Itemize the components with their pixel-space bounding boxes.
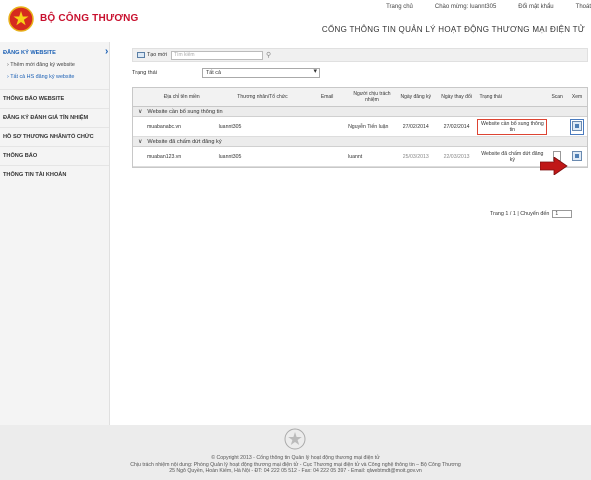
chevron-down-icon[interactable]: ∨ bbox=[138, 138, 142, 145]
sidebar-item-trust-rating[interactable]: ĐĂNG KÝ ĐÁNH GIÁ TÍN NHIỆM bbox=[0, 108, 109, 127]
page-select[interactable]: 1 bbox=[552, 210, 573, 218]
status-badge: Website cần bổ sung thông tin bbox=[477, 118, 548, 135]
cell-org: luannt305 bbox=[218, 123, 242, 130]
col-scan[interactable]: Scan bbox=[547, 94, 567, 100]
footer: © Copyright 2013 - Cổng thông tin Quản l… bbox=[0, 425, 591, 480]
chevron-down-icon[interactable]: ∨ bbox=[138, 108, 142, 115]
header: BỘ CÔNG THƯƠNG Trang chủ Chào mừng: luan… bbox=[0, 0, 591, 38]
chevron-right-icon[interactable]: › bbox=[105, 46, 115, 58]
footer-text: © Copyright 2013 - Cổng thông tin Quản l… bbox=[0, 455, 591, 475]
website-table: Địa chỉ tên miền Thương nhân/Tổ chức Ema… bbox=[132, 87, 588, 168]
change-password-link[interactable]: Đổi mật khẩu bbox=[518, 4, 553, 10]
home-link[interactable]: Trang chủ bbox=[386, 4, 413, 10]
footer-contact: 25 Ngô Quyền, Hoàn Kiếm, Hà Nội - ĐT: 04… bbox=[169, 468, 422, 474]
group-header-terminated[interactable]: ∨ Website đã chấm dứt đăng ký bbox=[133, 137, 587, 147]
toolbar: Tạo mới Tìm kiếm ⚲ bbox=[132, 48, 588, 62]
welcome-text: Chào mừng: luannt305 bbox=[434, 4, 497, 10]
sidebar-item-merchant-profile[interactable]: HỒ SƠ THƯƠNG NHÂN/TỔ CHỨC bbox=[0, 127, 109, 146]
cell-reg-date: 27/02/2014 bbox=[402, 123, 429, 130]
sidebar-item-website-notice[interactable]: THÔNG BÁO WEBSITE bbox=[0, 89, 109, 108]
status-filter: Trạng thái Tất cả bbox=[132, 68, 320, 78]
cell-reg-date: 25/03/2013 bbox=[402, 153, 429, 160]
view-detail-icon[interactable] bbox=[572, 150, 583, 161]
cell-domain: muaban123.vn bbox=[146, 153, 182, 160]
table-header: Địa chỉ tên miền Thương nhân/Tổ chức Ema… bbox=[133, 88, 587, 107]
view-detail-icon bbox=[572, 120, 583, 131]
create-button[interactable]: Tạo mới bbox=[137, 52, 167, 58]
cell-mod-date: 27/02/2014 bbox=[443, 123, 470, 130]
footer-emblem-icon bbox=[284, 428, 306, 450]
col-org[interactable]: Thương nhân/Tổ chức bbox=[217, 94, 307, 100]
logout-link[interactable]: Thoát bbox=[576, 4, 591, 10]
col-domain[interactable]: Địa chỉ tên miền bbox=[145, 94, 217, 100]
cell-org: luannt305 bbox=[218, 153, 242, 160]
top-nav: Trang chủ Chào mừng: luannt305 Đổi mật k… bbox=[364, 4, 591, 10]
username: luannt305 bbox=[469, 4, 497, 10]
brand-title[interactable]: BỘ CÔNG THƯƠNG bbox=[40, 13, 139, 24]
pager-text: Trang 1 / 1 | Chuyển đến bbox=[490, 211, 550, 217]
pagination: Trang 1 / 1 | Chuyển đến 1 bbox=[490, 210, 573, 218]
status-filter-label: Trạng thái bbox=[132, 70, 157, 76]
status-select[interactable]: Tất cả bbox=[202, 68, 320, 78]
cell-domain: muabanabc.vn bbox=[146, 123, 181, 130]
table-row[interactable]: muabanabc.vn luannt305 Nguyễn Tiến luận … bbox=[133, 117, 587, 137]
red-arrow-annotation-icon bbox=[540, 157, 568, 175]
search-icon[interactable]: ⚲ bbox=[266, 51, 271, 59]
col-mod-date[interactable]: Ngày thay đổi bbox=[436, 94, 478, 100]
search-input[interactable]: Tìm kiếm bbox=[171, 50, 264, 60]
new-document-icon bbox=[137, 52, 145, 58]
main-content: Tạo mới Tìm kiếm ⚲ Trạng thái Tất cả Địa… bbox=[120, 42, 591, 425]
table-row[interactable]: muaban123.vn luannt305 luannt 25/03/2013… bbox=[133, 147, 587, 167]
col-email[interactable]: Email bbox=[306, 94, 348, 100]
cell-person: Nguyễn Tiến luận bbox=[348, 123, 389, 130]
cell-person: luannt bbox=[348, 153, 363, 160]
col-status[interactable]: Trạng thái bbox=[477, 94, 547, 100]
cell-mod-date: 22/03/2013 bbox=[443, 153, 470, 160]
portal-subtitle: CỔNG THÔNG TIN QUẢN LÝ HOẠT ĐỘNG THƯƠNG … bbox=[321, 25, 585, 34]
col-reg-date[interactable]: Ngày đăng ký bbox=[396, 94, 436, 100]
group-header-needs-info[interactable]: ∨ Website cần bổ sung thông tin bbox=[133, 107, 587, 117]
sidebar: ĐĂNG KÝ WEBSITE › › Thêm mới đăng ký web… bbox=[0, 42, 110, 425]
col-person[interactable]: Người chịu trách nhiệm bbox=[348, 91, 396, 103]
sidebar-subitem-add-website[interactable]: › Thêm mới đăng ký website bbox=[0, 59, 109, 71]
national-emblem-icon bbox=[8, 6, 34, 32]
sidebar-item-notifications[interactable]: THÔNG BÁO bbox=[0, 146, 109, 165]
status-badge: Website đã chấm dứt đăng ký bbox=[481, 150, 544, 163]
col-view[interactable]: Xem bbox=[567, 94, 587, 100]
sidebar-item-account-info[interactable]: THÔNG TIN TÀI KHOẢN bbox=[0, 165, 109, 184]
view-button[interactable] bbox=[570, 118, 585, 135]
sidebar-subitem-all-websites[interactable]: › Tất cả HS đăng ký website bbox=[0, 71, 109, 83]
sidebar-section-register-website[interactable]: ĐĂNG KÝ WEBSITE › bbox=[0, 42, 109, 59]
